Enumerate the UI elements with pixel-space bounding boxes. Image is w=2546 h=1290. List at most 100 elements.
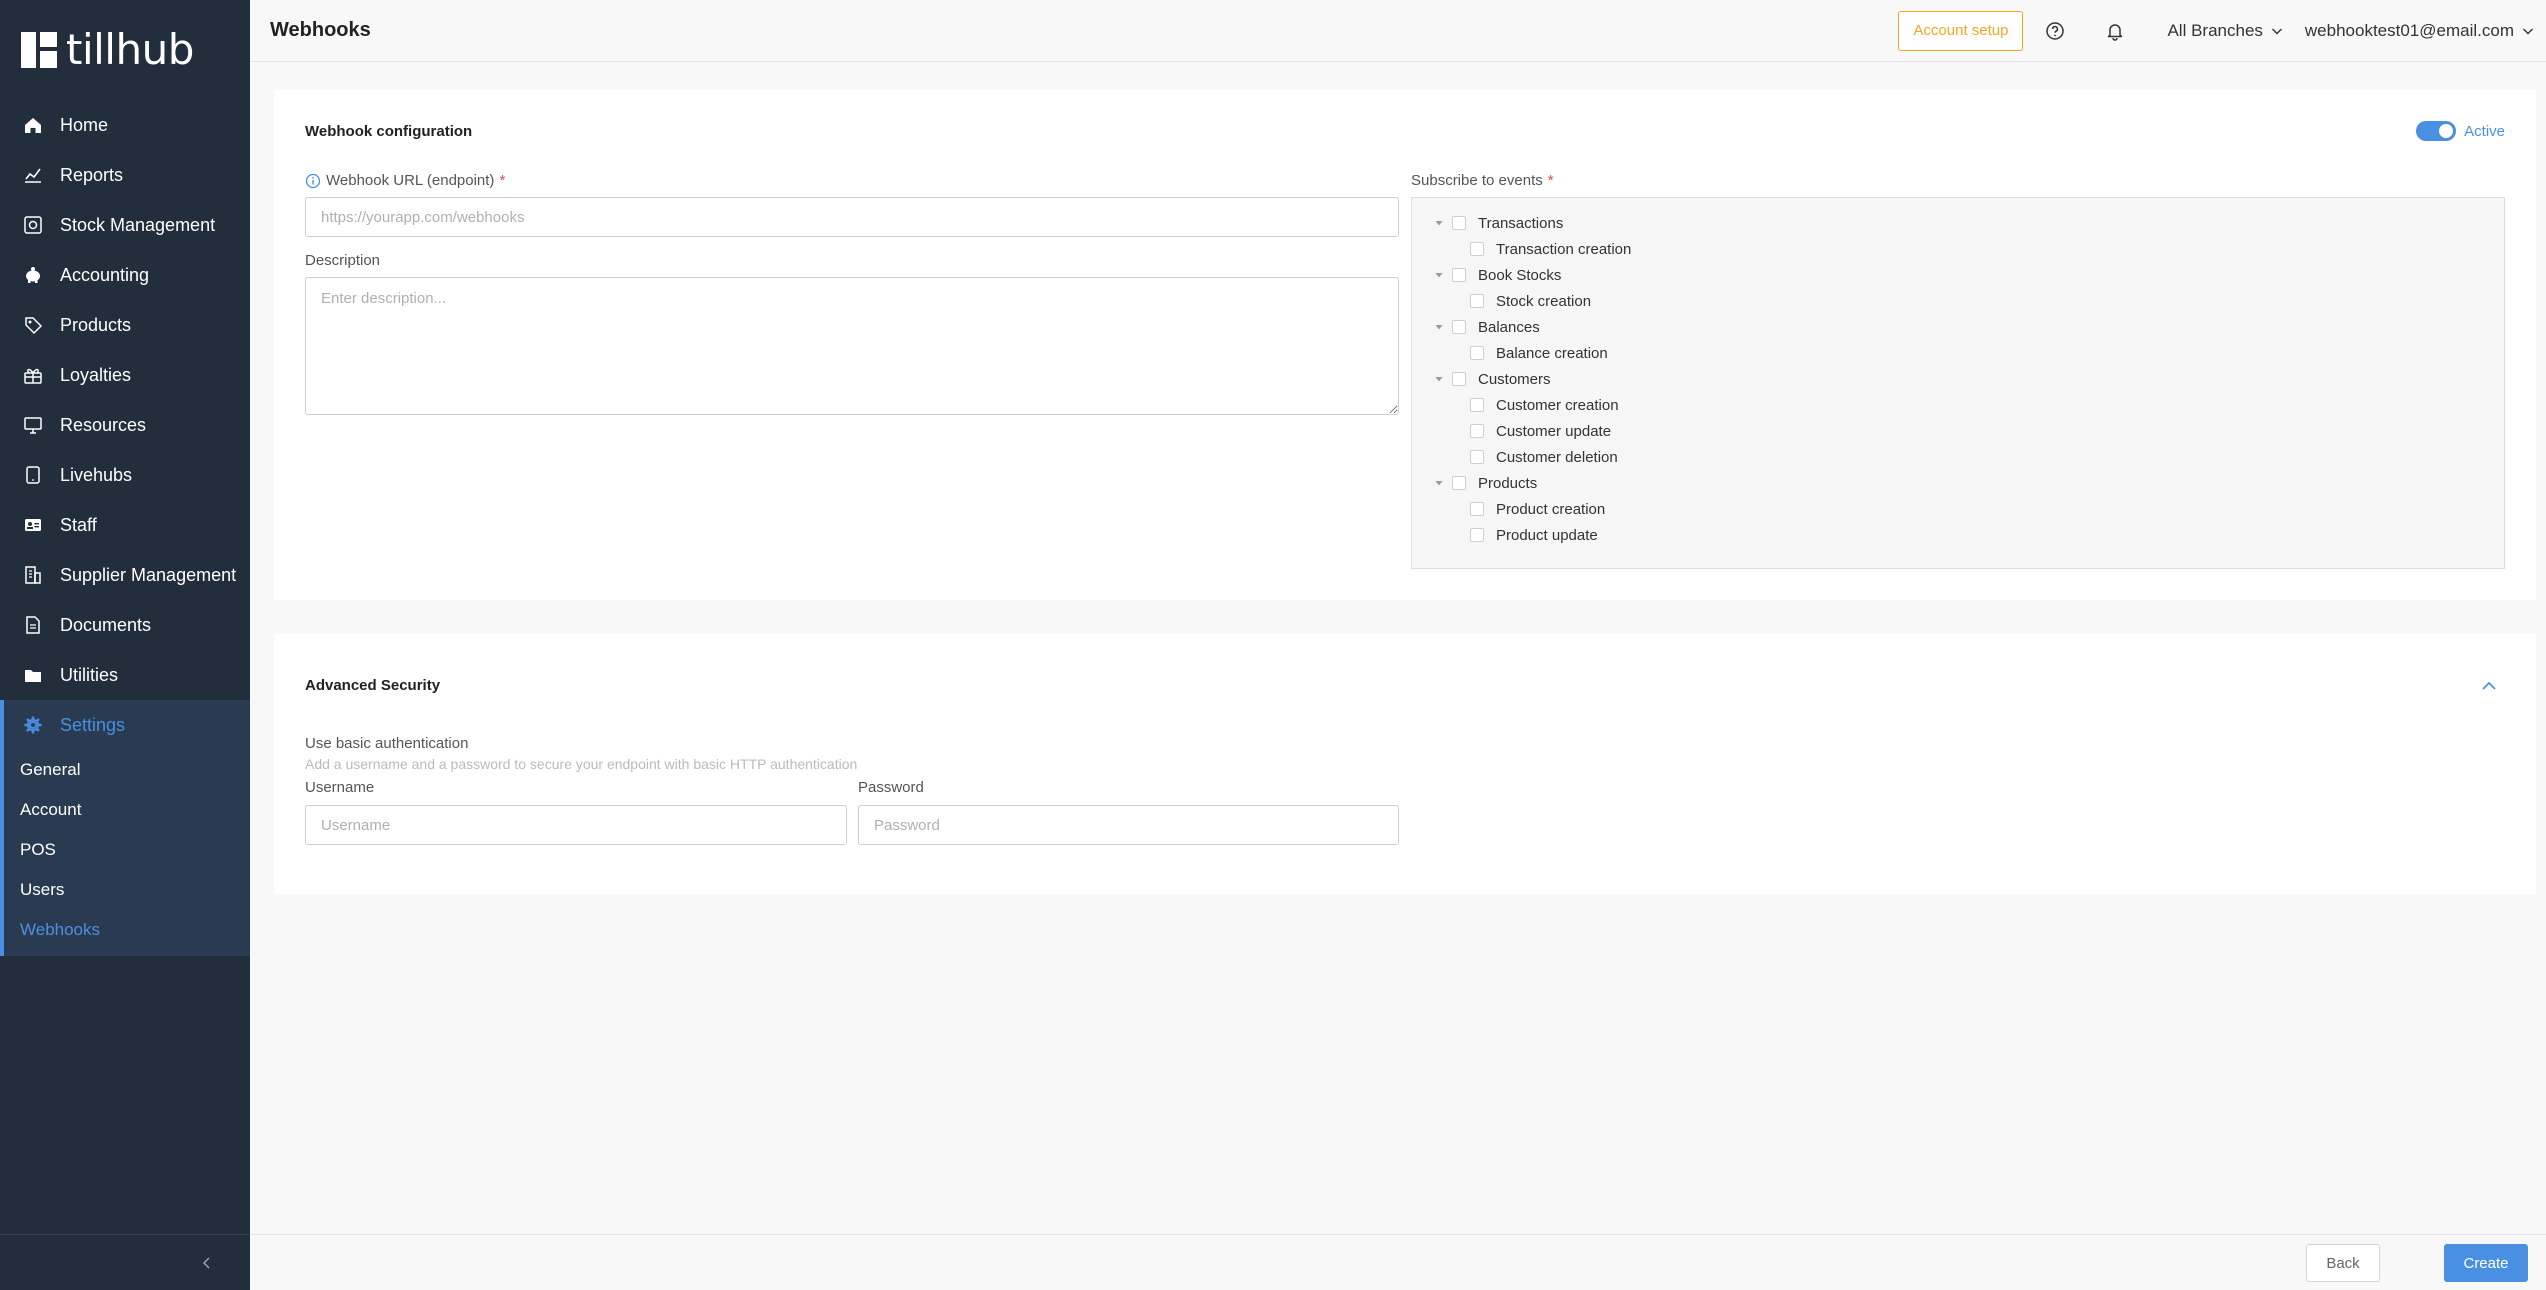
user-email: webhooktest01@email.com — [2304, 20, 2514, 40]
events-tree-box: Transactions Transaction creation Book Sto… — [1411, 197, 2505, 569]
checkbox[interactable] — [1452, 476, 1466, 490]
sidebar-item-settings[interactable]: Settings — [4, 700, 250, 750]
webhook-url-input[interactable] — [305, 197, 1399, 237]
checkbox[interactable] — [1470, 502, 1484, 516]
sidebar-item-stock-management[interactable]: Stock Management — [0, 200, 250, 250]
event-group-customers[interactable]: Customers — [1434, 366, 1631, 392]
password-input[interactable] — [858, 805, 1399, 845]
event-transaction-creation[interactable]: Transaction creation — [1434, 236, 1631, 262]
event-label: Customer update — [1496, 422, 1612, 440]
event-product-update[interactable]: Product update — [1434, 522, 1631, 548]
sidebar-item-home[interactable]: Home — [0, 100, 250, 150]
chevron-down-icon — [2523, 28, 2533, 34]
create-button[interactable]: Create — [2444, 1244, 2528, 1282]
page-title: Webhooks — [270, 19, 371, 41]
caret-down-icon[interactable] — [1434, 322, 1444, 332]
checkbox[interactable] — [1452, 320, 1466, 334]
checkbox[interactable] — [1470, 398, 1484, 412]
sidebar-subitem-account[interactable]: Account — [4, 790, 250, 830]
id-card-icon — [22, 514, 44, 536]
description-textarea[interactable] — [305, 277, 1399, 415]
caret-down-icon[interactable] — [1434, 374, 1444, 384]
caret-down-icon[interactable] — [1434, 270, 1444, 280]
chevron-up-icon[interactable] — [2480, 677, 2498, 695]
event-group-book-stocks[interactable]: Book Stocks — [1434, 262, 1631, 288]
event-label: Transaction creation — [1496, 240, 1632, 258]
chevron-left-icon[interactable] — [200, 1256, 214, 1270]
footer-bar: Back Create — [250, 1234, 2546, 1290]
sidebar-collapse-bar — [0, 1234, 250, 1290]
username-label: Username — [305, 779, 375, 796]
help-icon[interactable] — [2045, 21, 2065, 41]
sidebar-item-label: Loyalties — [60, 364, 132, 385]
sidebar-item-label: Home — [60, 114, 109, 135]
active-toggle[interactable] — [2416, 121, 2457, 141]
checkbox[interactable] — [1470, 450, 1484, 464]
event-group-products[interactable]: Products — [1434, 470, 1631, 496]
caret-down-icon[interactable] — [1434, 218, 1444, 228]
piggy-bank-icon — [22, 264, 44, 286]
sidebar-item-staff[interactable]: Staff — [0, 500, 250, 550]
sidebar-item-label: Utilities — [60, 664, 119, 685]
gift-icon — [22, 364, 44, 386]
top-bar-actions: Account setup All Branches webhooktest01… — [1898, 0, 2546, 62]
event-customer-update[interactable]: Customer update — [1434, 418, 1631, 444]
event-product-creation[interactable]: Product creation — [1434, 496, 1631, 522]
stock-icon — [22, 214, 44, 236]
logo-mark-icon — [21, 32, 57, 68]
sidebar-item-loyalties[interactable]: Loyalties — [0, 350, 250, 400]
sidebar-item-livehubs[interactable]: Livehubs — [0, 450, 250, 500]
checkbox[interactable] — [1452, 216, 1466, 230]
checkbox[interactable] — [1452, 268, 1466, 282]
event-label: Customer deletion — [1496, 448, 1618, 466]
sidebar-item-products[interactable]: Products — [0, 300, 250, 350]
checkbox[interactable] — [1452, 372, 1466, 386]
sidebar-subitem-general[interactable]: General — [4, 750, 250, 790]
webhook-url-label: Webhook URL (endpoint) — [326, 172, 495, 189]
checkbox[interactable] — [1470, 294, 1484, 308]
event-customer-creation[interactable]: Customer creation — [1434, 392, 1631, 418]
gear-icon — [22, 714, 44, 736]
tillhub-logo[interactable]: tillhub — [21, 29, 194, 71]
sidebar-subitem-webhooks[interactable]: Webhooks — [4, 910, 250, 950]
event-label: Product update — [1496, 526, 1598, 544]
chevron-down-icon — [2271, 28, 2282, 34]
caret-down-icon[interactable] — [1434, 478, 1444, 488]
sidebar: tillhub Home Reports Stock Management Accou… — [0, 0, 250, 1290]
account-setup-button[interactable]: Account setup — [1898, 10, 2024, 51]
events-label: Subscribe to events — [1411, 172, 1543, 189]
checkbox[interactable] — [1470, 242, 1484, 256]
sidebar-item-reports[interactable]: Reports — [0, 150, 250, 200]
event-group-balances[interactable]: Balances — [1434, 314, 1631, 340]
username-input[interactable] — [305, 805, 847, 845]
event-customer-deletion[interactable]: Customer deletion — [1434, 444, 1631, 470]
branch-select[interactable]: All Branches — [2167, 21, 2282, 41]
sidebar-nav: Home Reports Stock Management Accounting Pro… — [0, 100, 250, 956]
checkbox[interactable] — [1470, 424, 1484, 438]
sidebar-item-utilities[interactable]: Utilities — [0, 650, 250, 700]
sidebar-subitem-pos[interactable]: POS — [4, 830, 250, 870]
password-label: Password — [858, 779, 924, 796]
sidebar-item-supplier-management[interactable]: Supplier Management — [0, 550, 250, 600]
event-label: Balance creation — [1496, 344, 1608, 362]
sidebar-subitem-users[interactable]: Users — [4, 870, 250, 910]
info-icon — [305, 173, 321, 188]
checkbox[interactable] — [1470, 528, 1484, 542]
folder-icon — [22, 664, 44, 686]
bell-icon[interactable] — [2105, 21, 2125, 41]
user-menu[interactable]: webhooktest01@email.com — [2305, 21, 2534, 41]
sidebar-item-label: Resources — [60, 414, 147, 435]
event-stock-creation[interactable]: Stock creation — [1434, 288, 1631, 314]
sidebar-item-accounting[interactable]: Accounting — [0, 250, 250, 300]
required-marker: * — [1547, 172, 1554, 189]
checkbox[interactable] — [1470, 346, 1484, 360]
event-group-transactions[interactable]: Transactions — [1434, 210, 1631, 236]
sidebar-settings-group: Settings General Account POS Users Webhooks — [0, 700, 250, 956]
advanced-security-card: Advanced Security Use basic authenticati… — [274, 634, 2536, 894]
event-balance-creation[interactable]: Balance creation — [1434, 340, 1631, 366]
sidebar-item-resources[interactable]: Resources — [0, 400, 250, 450]
sidebar-item-label: Documents — [60, 614, 152, 635]
sidebar-item-documents[interactable]: Documents — [0, 600, 250, 650]
back-button[interactable]: Back — [2306, 1244, 2380, 1282]
webhook-url-label-group: Webhook URL (endpoint) * — [305, 172, 505, 189]
